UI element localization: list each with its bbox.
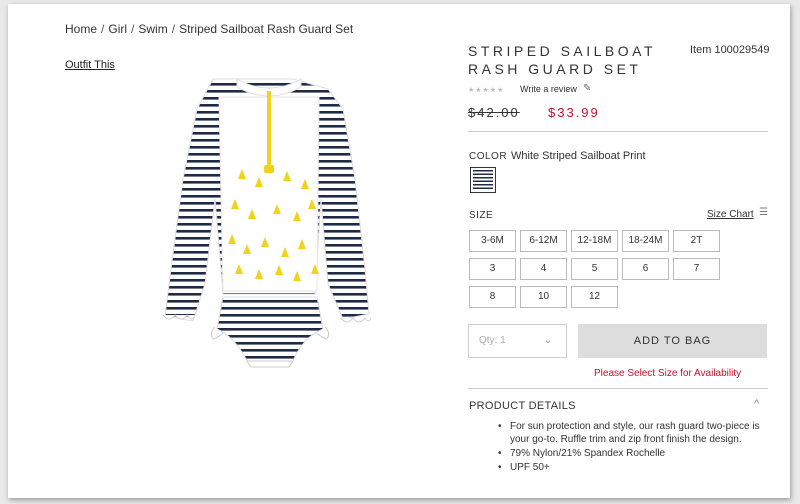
color-label: COLOR <box>469 151 508 162</box>
product-details-list: For sun protection and style, our rash g… <box>498 420 768 475</box>
size-chart-link[interactable]: Size Chart <box>707 209 754 220</box>
breadcrumb-separator: / <box>131 22 135 36</box>
color-swatch[interactable] <box>470 167 496 193</box>
write-review-link[interactable]: Write a review <box>520 84 577 94</box>
breadcrumb: Home / Girl / Swim / Striped Sailboat Rash Gua… <box>65 22 353 36</box>
product-details-toggle[interactable]: PRODUCT DETAILS <box>469 400 576 412</box>
quantity-value: Qty: 1 <box>479 335 506 346</box>
product-image[interactable] <box>143 69 375 369</box>
size-option-8[interactable]: 8 <box>469 286 516 308</box>
breadcrumb-separator: / <box>171 22 176 36</box>
size-option-18-24m[interactable]: 18-24M <box>622 230 669 252</box>
size-option-3[interactable]: 3 <box>469 258 516 280</box>
color-name: White Striped Sailboat Print <box>511 150 646 162</box>
item-number: Item 100029549 <box>690 44 770 56</box>
size-option-6[interactable]: 6 <box>622 258 669 280</box>
add-to-bag-button[interactable]: ADD TO BAG <box>578 324 767 358</box>
product-page: Home / Girl / Swim / Striped Sailboat Rash Gua… <box>8 4 790 498</box>
size-option-3-6m[interactable]: 3-6M <box>469 230 516 252</box>
chevron-down-icon: ⌄ <box>543 335 552 346</box>
divider <box>468 388 768 389</box>
sale-price: $33.99 <box>548 105 600 120</box>
size-option-7[interactable]: 7 <box>673 258 720 280</box>
list-item: UPF 50+ <box>498 461 768 474</box>
size-option-5[interactable]: 5 <box>571 258 618 280</box>
size-option-4[interactable]: 4 <box>520 258 567 280</box>
size-label: SIZE <box>469 210 494 221</box>
breadcrumb-current: Striped Sailboat Rash Guard Set <box>179 22 354 36</box>
pencil-icon[interactable]: ✎ <box>583 83 591 94</box>
quantity-select[interactable]: Qty: 1 ⌄ <box>468 324 567 358</box>
breadcrumb-separator: / <box>101 22 105 36</box>
divider <box>468 131 768 132</box>
chevron-up-icon[interactable]: ^ <box>754 398 759 410</box>
size-option-12[interactable]: 12 <box>571 286 618 308</box>
ruler-icon: ☰ <box>759 207 768 218</box>
swatch-stripe-pattern <box>473 170 493 190</box>
original-price: $42.00 <box>468 105 520 120</box>
product-title: STRIPED SAILBOAT RASH GUARD SET <box>468 43 656 77</box>
size-option-10[interactable]: 10 <box>520 286 567 308</box>
breadcrumb-girl[interactable]: Girl <box>108 22 127 36</box>
availability-message: Please Select Size for Availability <box>594 368 742 379</box>
breadcrumb-home[interactable]: Home <box>65 22 97 36</box>
list-item: 79% Nylon/21% Spandex Rochelle <box>498 447 768 460</box>
rating-stars: ★★★★★ <box>468 87 505 94</box>
outfit-this-link[interactable]: Outfit This <box>65 59 115 71</box>
size-option-2t[interactable]: 2T <box>673 230 720 252</box>
list-item: For sun protection and style, our rash g… <box>498 420 768 446</box>
size-option-12-18m[interactable]: 12-18M <box>571 230 618 252</box>
size-option-6-12m[interactable]: 6-12M <box>520 230 567 252</box>
breadcrumb-swim[interactable]: Swim <box>138 22 167 36</box>
